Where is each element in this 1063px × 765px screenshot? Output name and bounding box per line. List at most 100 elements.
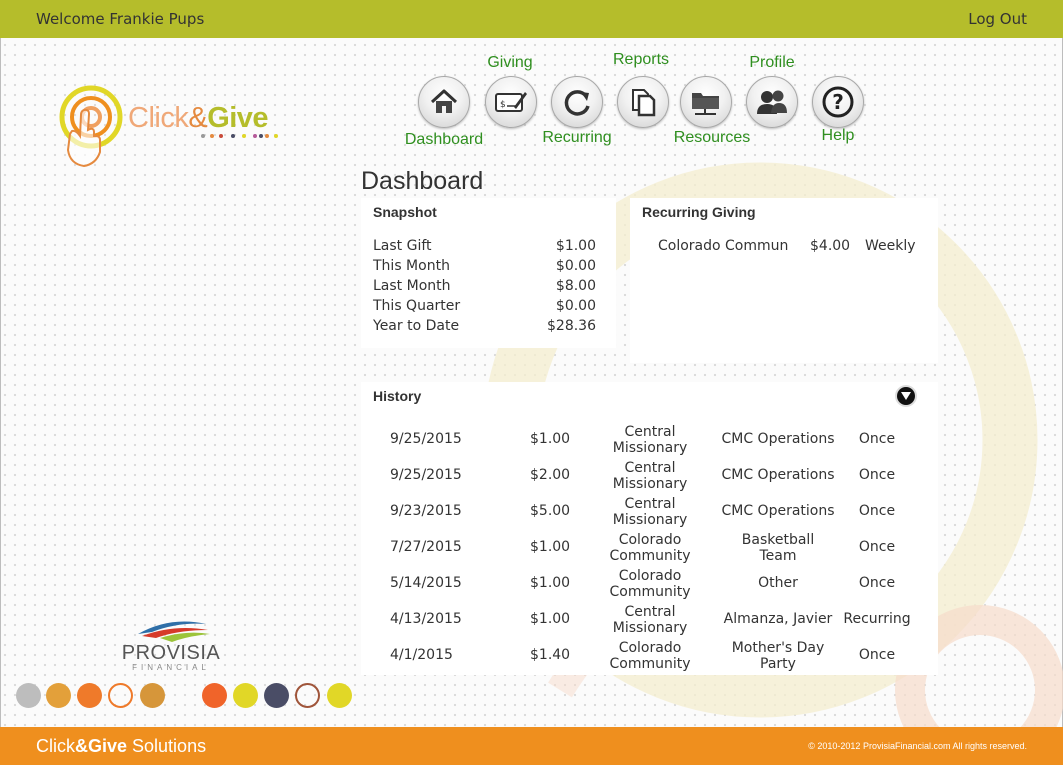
history-type: Once [858,467,896,483]
decor-dot [327,683,352,708]
snapshot-value: $0.00 [555,298,596,314]
history-org-line2: Missionary [612,440,688,456]
nav-giving-button[interactable]: $ [485,76,537,128]
history-fund-line2: Party [760,656,796,672]
provisia-name: PROVISIA [122,642,221,664]
top-bar: Welcome Frankie Pups Log Out [0,0,1063,38]
snapshot-label: Year to Date [373,318,460,334]
history-amount: $1.00 [530,431,571,447]
history-org-line2: Missionary [612,512,688,528]
snapshot-value: $28.36 [547,318,596,334]
history-fund: Almanza, Javier [723,611,833,627]
history-type: Recurring [843,611,911,627]
history-org-line1: Central [624,496,676,512]
snapshot-label: This Quarter [373,298,461,314]
footer-bar: Click&Give Solutions © 2010-2012 Provisi… [0,727,1063,765]
decor-dot [46,683,71,708]
page-title: Dashboard [361,167,484,195]
history-fund-line1: Mother's Day [731,640,825,656]
nav-label-recurring[interactable]: Recurring [542,129,611,147]
snapshot-value: $8.00 [555,278,596,294]
history-org-line1: Central [624,604,676,620]
documents-icon [632,89,656,117]
history-date: 7/27/2015 [390,539,462,555]
history-type: Once [858,431,896,447]
history-org-line2: Community [609,656,691,672]
help-icon: ? [822,86,854,118]
nav-resources-button[interactable] [680,76,732,128]
nav-reports-button[interactable] [617,76,669,128]
history-amount: $5.00 [530,503,571,519]
folder-network-icon [692,93,719,115]
decor-dot [77,683,102,708]
snapshot-heading: Snapshot [373,204,437,220]
svg-text:$: $ [500,100,506,110]
history-fund-line1: Basketball [741,532,815,548]
decor-dot [202,683,227,708]
history-type: Once [858,539,896,555]
history-fund-line2: Team [759,548,797,564]
home-icon [430,89,458,113]
history-org-line1: Central [624,424,676,440]
nav-profile-button[interactable] [746,76,798,128]
nav-help-button[interactable]: ? [812,76,864,128]
history-org-line2: Missionary [612,620,688,636]
recurring-panel [630,198,938,363]
nav-label-dashboard[interactable]: Dashboard [405,131,483,149]
history-type: Once [858,575,896,591]
history-amount: $2.00 [530,467,571,483]
history-date: 5/14/2015 [390,575,462,591]
provisia-sub: FINANCIAL [132,663,210,672]
nav-label-help[interactable]: Help [822,127,855,145]
nav-dashboard-button[interactable] [418,76,470,128]
history-date: 9/25/2015 [390,467,462,483]
history-amount: $1.40 [530,647,571,663]
snapshot-label: Last Gift [373,238,432,254]
nav-label-giving[interactable]: Giving [487,54,532,72]
users-icon [757,90,787,114]
decor-dot [295,683,320,708]
history-type: Once [858,647,896,663]
history-org-line1: Colorado [618,568,682,584]
history-org-line2: Community [609,548,691,564]
welcome-text: Welcome Frankie Pups [36,10,205,28]
recurring-frequency: Weekly [865,238,916,254]
history-org-line2: Missionary [612,476,688,492]
history-expand-toggle[interactable] [897,387,915,405]
history-org-line1: Central [624,460,676,476]
decor-dot [264,683,289,708]
nav-label-profile[interactable]: Profile [749,54,794,72]
nav-label-reports[interactable]: Reports [613,51,669,69]
snapshot-value: $0.00 [555,258,596,274]
svg-text:?: ? [832,90,844,114]
recurring-name[interactable]: Colorado Commun [658,238,788,254]
nav-recurring-button[interactable] [551,76,603,128]
history-fund: CMC Operations [721,503,835,519]
history-org-line1: Colorado [618,532,682,548]
history-fund: CMC Operations [721,431,835,447]
footer-copyright: © 2010-2012 ProvisiaFinancial.com All ri… [808,741,1027,751]
refresh-icon [564,90,590,116]
snapshot-label: Last Month [373,278,451,294]
history-fund: CMC Operations [721,467,835,483]
check-pen-icon: $ [495,92,527,112]
recurring-heading: Recurring Giving [642,204,756,220]
history-amount: $1.00 [530,539,571,555]
logout-link[interactable]: Log Out [968,10,1027,28]
triangle-down-icon [901,392,911,400]
decor-dot [108,683,133,708]
history-amount: $1.00 [530,611,571,627]
provisia-financial-logo: PROVISIA FINANCIAL [122,621,221,672]
history-date: 4/1/2015 [390,647,453,663]
snapshot-label: This Month [373,258,450,274]
history-org-line1: Colorado [618,640,682,656]
history-amount: $1.00 [530,575,571,591]
snapshot-value: $1.00 [555,238,596,254]
decor-dot [233,683,258,708]
history-heading: History [373,388,422,404]
history-fund: Other [758,575,798,591]
nav-label-resources[interactable]: Resources [674,129,750,147]
history-date: 4/13/2015 [390,611,462,627]
brand-wordmark: Click&Give [128,102,269,134]
recurring-amount: $4.00 [810,238,851,254]
